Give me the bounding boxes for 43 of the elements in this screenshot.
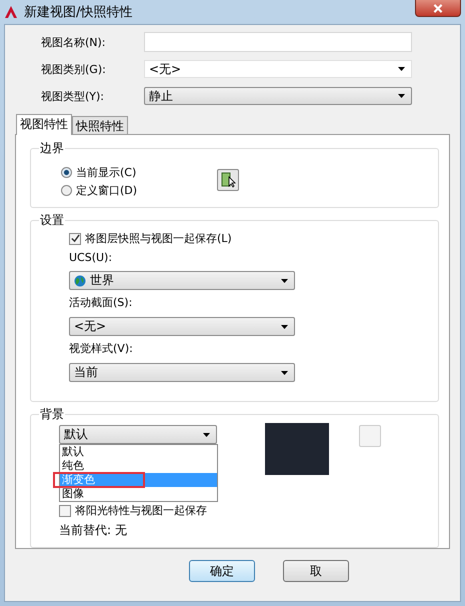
override-label: 当前替代: 无 (59, 522, 128, 539)
window-title: 新建视图/快照特性 (24, 4, 132, 21)
cancel-button[interactable]: 取 (283, 560, 349, 582)
text-field[interactable] (144, 32, 412, 52)
checkbox-label: 将图层快照与视图一起保存(L) (85, 231, 232, 246)
caret-icon (281, 324, 288, 328)
field-label: UCS(U): (69, 251, 114, 264)
group-title: 背景 (39, 406, 65, 423)
field-label: 视觉样式(V): (69, 341, 134, 356)
dropdown[interactable]: 当前 (69, 363, 295, 382)
checkbox[interactable] (69, 232, 81, 244)
dropdown-option[interactable]: 纯色 (60, 459, 217, 473)
field-label: 视图类型(Y): (41, 88, 106, 104)
radio-button[interactable] (61, 166, 72, 178)
caret-icon (281, 370, 288, 374)
field-label: 视图类别(G): (41, 62, 107, 76)
ok-button[interactable]: 确定 (189, 560, 255, 582)
radio-label: 定义窗口(D) (76, 182, 138, 198)
dropdown[interactable]: <无> (69, 317, 295, 336)
tab[interactable]: 视图特性 (16, 114, 72, 135)
dropdown-option[interactable]: 图像 (60, 487, 217, 501)
pick-window-button[interactable] (217, 169, 240, 191)
field-label: 活动截面(S): (69, 295, 134, 310)
caret-icon (203, 432, 210, 436)
close-button[interactable] (415, 0, 461, 17)
dropdown[interactable]: <无> (144, 60, 412, 78)
radio-label: 当前显示(C) (76, 164, 136, 180)
dropdown[interactable]: 默认 (59, 425, 217, 444)
field-label: 视图名称(N): (41, 34, 107, 50)
caret-icon (398, 94, 405, 98)
globe-icon (74, 274, 86, 286)
app-logo-icon (4, 5, 18, 19)
checkbox[interactable] (59, 504, 71, 516)
dropdown[interactable]: 世界 (69, 271, 295, 290)
close-icon (433, 4, 443, 12)
tab[interactable]: 快照特性 (72, 116, 128, 134)
radio-button[interactable] (61, 184, 72, 196)
color-preview (265, 423, 329, 475)
caret-icon (281, 278, 288, 282)
caret-icon (398, 67, 405, 71)
checkbox-label: 将阳光特性与视图一起保存 (75, 503, 207, 518)
dropdown[interactable]: 静止 (144, 87, 412, 105)
dropdown-option[interactable]: 默认 (60, 445, 217, 459)
